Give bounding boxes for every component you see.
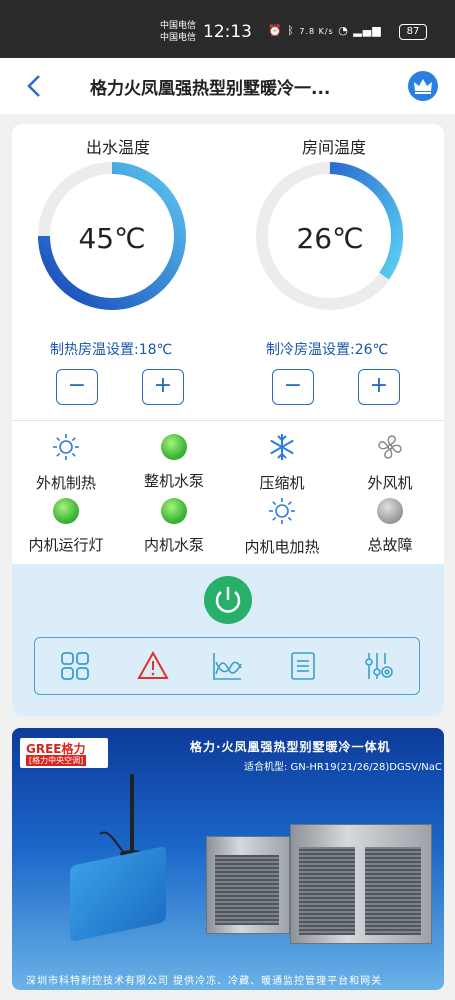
- clock: 12:13: [203, 22, 252, 42]
- banner-model: 适合机型: GN-HR19(21/26/28)DGSV/NaC: [244, 762, 442, 773]
- sun-icon: [53, 434, 79, 460]
- ac-unit-image: [206, 836, 290, 934]
- banner-title: 格力·火凤凰强热型别墅暖冷一体机: [190, 740, 391, 754]
- carrier-1: 中国电信: [160, 21, 197, 31]
- status-outdoor-heating: 外机制热: [12, 432, 120, 493]
- cooling-minus-button[interactable]: −: [272, 369, 314, 405]
- status-bar: 中国电信 中国电信 12:13 ⏰ ᛒ 7.8 K/s ◔ ▂▄▆ 87: [0, 0, 455, 58]
- heating-plus-button[interactable]: +: [142, 369, 184, 405]
- power-icon: [215, 587, 241, 613]
- ac-unit-image: [290, 824, 432, 944]
- green-ball-icon: [161, 498, 187, 524]
- sun-icon: [269, 498, 295, 524]
- chevron-left-icon: [27, 75, 40, 97]
- fan-icon: [378, 435, 402, 459]
- outlet-temp-value: 45℃: [78, 222, 146, 255]
- cooling-setting-label: 制冷房温设置:26℃: [266, 342, 389, 358]
- green-ball-icon: [161, 434, 187, 460]
- power-button[interactable]: [204, 576, 252, 624]
- control-panel: [12, 564, 444, 716]
- status-indoor-run-light: 内机运行灯: [12, 496, 120, 555]
- list-icon[interactable]: [287, 650, 319, 682]
- banner-footer: 深圳市科特耐控技术有限公司 提供冷冻、冷藏、暖通监控管理平台和网关: [26, 976, 383, 987]
- gree-logo: GREE格力 [格力中央空调]: [20, 738, 108, 768]
- status-label: 内机运行灯: [28, 536, 104, 554]
- status-compressor: 压缩机: [228, 432, 336, 493]
- warning-icon[interactable]: [137, 650, 169, 682]
- status-indoor-heater: 内机电加热: [228, 496, 336, 557]
- green-ball-icon: [53, 498, 79, 524]
- battery-indicator: 87: [399, 24, 427, 40]
- promo-banner[interactable]: GREE格力 [格力中央空调] 格力·火凤凰强热型别墅暖冷一体机 适合机型: G…: [12, 728, 444, 990]
- gray-ball-icon: [377, 498, 403, 524]
- signal-icon: ▂▄▆: [353, 24, 382, 37]
- system-icons: ⏰ ᛒ 7.8 K/s ◔ ▂▄▆: [268, 24, 382, 37]
- status-label: 内机电加热: [244, 538, 320, 556]
- status-main-pump: 整机水泵: [120, 432, 228, 491]
- brand-cn: [格力中央空调]: [26, 755, 87, 766]
- app-bar: 格力火凤凰强热型别墅暖冷一...: [0, 58, 455, 115]
- carrier-labels: 中国电信 中国电信: [160, 20, 196, 44]
- snowflake-icon: [270, 434, 294, 460]
- status-outdoor-fan: 外风机: [336, 432, 444, 493]
- control-card: 出水温度 房间温度 45℃ 26℃ 制热房温设置:18℃ 制冷房温设置:26℃ …: [12, 124, 444, 716]
- status-indoor-pump: 内机水泵: [120, 496, 228, 555]
- cooling-plus-button[interactable]: +: [358, 369, 400, 405]
- crown-icon: [414, 79, 432, 94]
- status-label: 整机水泵: [143, 472, 204, 490]
- alarm-icon: ⏰: [268, 24, 283, 37]
- bluetooth-icon: ᛒ: [287, 24, 295, 37]
- status-label: 总故障: [367, 536, 413, 554]
- vip-button[interactable]: [408, 71, 438, 101]
- function-toolbar: [34, 637, 420, 695]
- net-speed: 7.8 K/s: [299, 27, 334, 36]
- heating-setting-label: 制热房温设置:18℃: [50, 342, 173, 358]
- outlet-temp-label: 出水温度: [86, 138, 151, 157]
- grid-icon[interactable]: [59, 650, 91, 682]
- heating-minus-button[interactable]: −: [56, 369, 98, 405]
- status-general-fault: 总故障: [336, 496, 444, 555]
- settings-sliders-icon[interactable]: [363, 650, 395, 682]
- page-title: 格力火凤凰强热型别墅暖冷一...: [90, 79, 331, 99]
- status-label: 压缩机: [259, 474, 305, 492]
- room-temp-label: 房间温度: [302, 138, 367, 157]
- carrier-2: 中国电信: [160, 33, 197, 43]
- back-button[interactable]: [22, 72, 46, 100]
- chart-icon[interactable]: [211, 650, 243, 682]
- wifi-icon: ◔: [338, 24, 349, 37]
- divider: [12, 420, 444, 421]
- status-label: 内机水泵: [143, 536, 204, 554]
- status-label: 外机制热: [35, 474, 96, 492]
- gateway-device-image: [70, 845, 166, 943]
- status-label: 外风机: [367, 474, 413, 492]
- room-temp-value: 26℃: [296, 222, 364, 255]
